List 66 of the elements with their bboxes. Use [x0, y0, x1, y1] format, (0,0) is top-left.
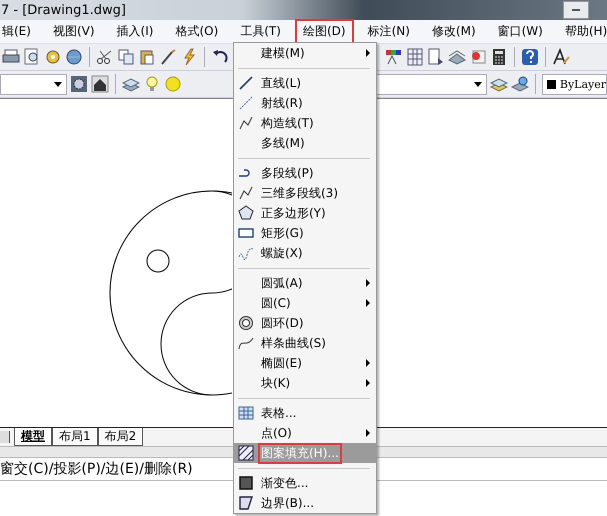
menu-item[interactable]: 视图(V) — [44, 19, 103, 44]
submenu-arrow-icon — [366, 299, 370, 307]
layout-tab[interactable]: 布局2 — [98, 428, 144, 446]
menu-item[interactable]: 辑(E) — [0, 19, 39, 44]
minimize-button[interactable] — [563, 1, 589, 19]
window-title: 7 - [Drawing1.dwg] — [0, 2, 126, 18]
menu-item[interactable]: 插入(I) — [108, 19, 162, 44]
menu-item[interactable]: 窗口(W) — [490, 19, 551, 44]
document-icon[interactable] — [427, 48, 445, 66]
paste-icon[interactable] — [138, 48, 156, 66]
menu-item[interactable]: 圆(C) — [234, 293, 376, 313]
ring-icon — [238, 315, 254, 331]
menu-item[interactable]: 标注(N) — [360, 19, 418, 44]
menu-item[interactable]: 正多边形(Y) — [234, 203, 376, 223]
pentagon-icon — [238, 205, 254, 221]
color-dropdown[interactable]: ByLayer — [542, 74, 607, 94]
submenu-arrow-icon — [366, 359, 370, 367]
menu-item[interactable]: 边界(B)... — [234, 493, 376, 513]
menu-item[interactable]: 构造线(T) — [234, 113, 376, 133]
menu-item[interactable]: 多段线(P) — [234, 163, 376, 183]
menu-item[interactable]: 表格... — [234, 403, 376, 423]
menu-item[interactable]: 椭圆(E) — [234, 353, 376, 373]
menu-item[interactable]: 渐变色... — [234, 473, 376, 493]
tab-scroll-button[interactable] — [0, 431, 10, 443]
copy-icon[interactable] — [117, 48, 135, 66]
gradient-icon — [238, 475, 254, 491]
layers-icon[interactable] — [511, 75, 530, 93]
stack-icon[interactable] — [448, 48, 466, 66]
menu-item[interactable]: 修改(M) — [424, 19, 484, 44]
boundary-icon — [238, 495, 254, 511]
menu-item[interactable]: 直线(L) — [234, 73, 376, 93]
menu-item[interactable]: 格式(O) — [167, 19, 226, 44]
grid-icon[interactable] — [406, 48, 424, 66]
menu-item[interactable]: 矩形(G) — [234, 223, 376, 243]
menu-item[interactable]: 帮助(H) — [556, 19, 607, 44]
text-style-icon[interactable] — [552, 48, 570, 66]
menu-item[interactable]: 多线(M) — [234, 133, 376, 153]
menu-item[interactable]: 圆弧(A) — [234, 273, 376, 293]
menu-item[interactable]: 射线(R) — [234, 93, 376, 113]
scissors-icon[interactable] — [96, 48, 114, 66]
submenu-arrow-icon — [366, 379, 370, 387]
curve-icon — [238, 335, 254, 351]
dotted-line-icon — [238, 95, 254, 111]
hatch-icon — [238, 445, 254, 461]
submenu-arrow-icon — [366, 49, 370, 57]
table-icon — [238, 405, 254, 421]
menu-item[interactable]: 三维多段线(3) — [234, 183, 376, 203]
submenu-arrow-icon — [366, 429, 370, 437]
polyline-icon — [238, 185, 254, 201]
layout-tab[interactable]: 布局1 — [52, 428, 98, 446]
layout-tab[interactable]: 模型 — [14, 428, 52, 446]
command-line-text: 窗交(C)/投影(P)/边(E)/删除(R) — [0, 460, 193, 478]
menu-item[interactable]: 点(O) — [234, 423, 376, 443]
help-icon[interactable] — [521, 48, 539, 66]
wave-icon — [238, 245, 254, 261]
menu-item[interactable]: 圆环(D) — [234, 313, 376, 333]
submenu-arrow-icon — [366, 279, 370, 287]
brush-icon[interactable] — [159, 48, 177, 66]
menu-item[interactable]: 建模(M) — [234, 43, 376, 63]
calculator-icon[interactable] — [490, 48, 508, 66]
menu-item[interactable]: 块(K) — [234, 373, 376, 393]
menu-item[interactable]: 样条曲线(S) — [234, 333, 376, 353]
house-icon[interactable] — [90, 75, 109, 93]
menu-item[interactable]: 螺旋(X) — [234, 243, 376, 263]
menu-item[interactable]: 工具(T) — [232, 19, 289, 44]
globe-icon[interactable] — [65, 48, 83, 66]
